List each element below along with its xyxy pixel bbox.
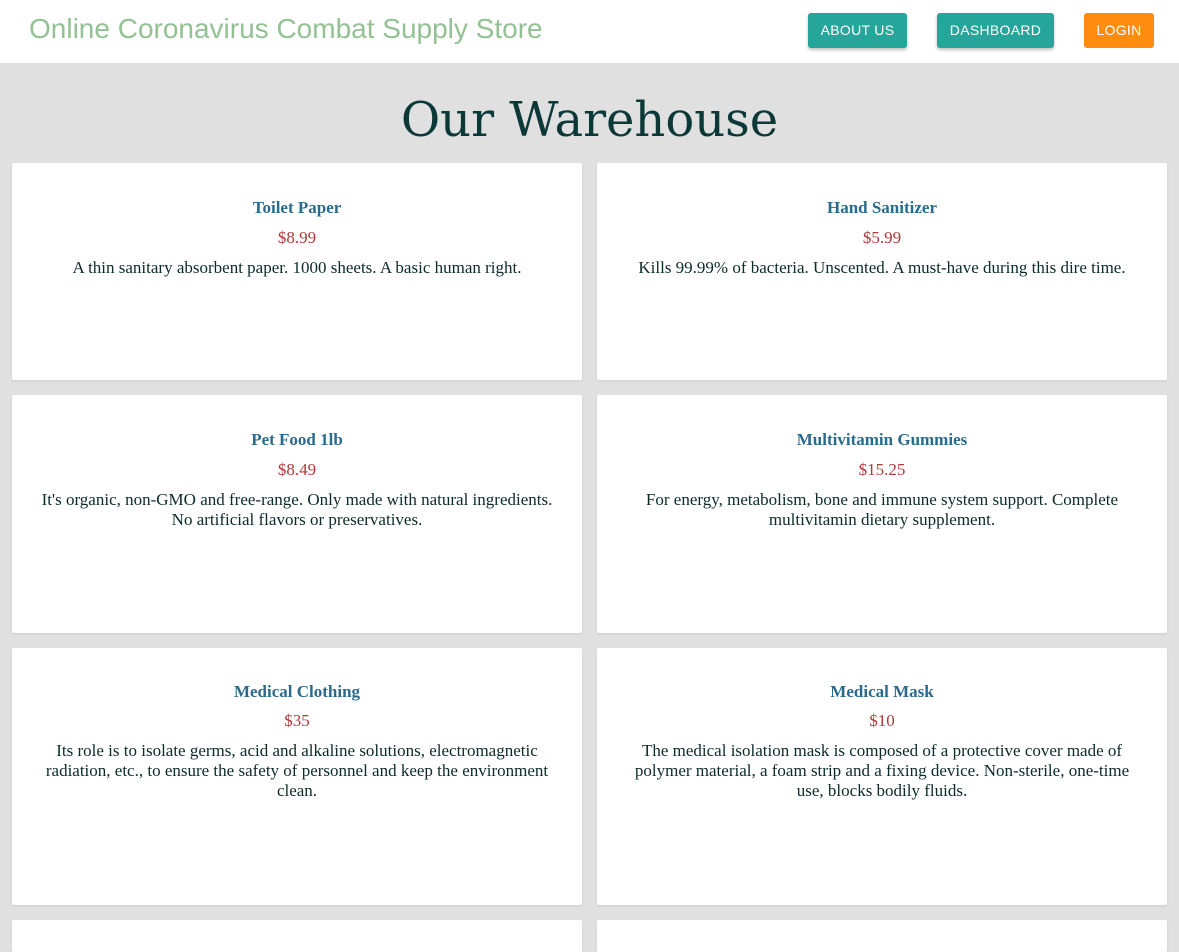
product-card-partial[interactable] [12,920,582,952]
product-card-toilet-paper[interactable]: Toilet Paper $8.99 A thin sanitary absor… [12,163,582,380]
product-card-partial[interactable] [597,920,1167,952]
product-description: The medical isolation mask is composed o… [634,741,1130,800]
product-name: Toilet Paper [252,198,342,217]
product-card-pet-food[interactable]: Pet Food 1lb $8.49 It's organic, non-GMO… [12,395,582,633]
top-navbar: Online Coronavirus Combat Supply Store A… [0,0,1179,63]
product-price: $8.99 [277,228,317,247]
product-name: Multivitamin Gummies [796,430,968,449]
page-title: Our Warehouse [400,92,779,148]
product-name: Hand Sanitizer [826,198,938,217]
product-description: A thin sanitary absorbent paper. 1000 sh… [72,258,522,277]
product-price: $10 [869,711,895,730]
product-description: For energy, metabolism, bone and immune … [645,490,1119,529]
brand-title[interactable]: Online Coronavirus Combat Supply Store [29,13,543,45]
product-description: It's organic, non-GMO and free-range. On… [41,490,553,529]
product-description: Kills 99.99% of bacteria. Unscented. A m… [638,258,1126,277]
product-card-multivitamin-gummies[interactable]: Multivitamin Gummies $15.25 For energy, … [597,395,1167,633]
product-price: $8.49 [277,460,317,479]
product-price: $5.99 [862,228,902,247]
login-button[interactable]: LOGIN [1084,13,1154,48]
product-card-medical-clothing[interactable]: Medical Clothing $35 Its role is to isol… [12,648,582,905]
product-price: $35 [284,711,310,730]
product-name: Medical Clothing [233,682,361,701]
product-name: Pet Food 1lb [251,430,343,449]
product-card-hand-sanitizer[interactable]: Hand Sanitizer $5.99 Kills 99.99% of bac… [597,163,1167,380]
dashboard-button[interactable]: DASHBOARD [937,13,1054,48]
product-card-medical-mask[interactable]: Medical Mask $10 The medical isolation m… [597,648,1167,905]
product-name: Medical Mask [830,682,934,701]
about-us-button[interactable]: ABOUT US [808,13,907,48]
product-price: $15.25 [858,460,906,479]
product-description: Its role is to isolate germs, acid and a… [45,741,549,800]
